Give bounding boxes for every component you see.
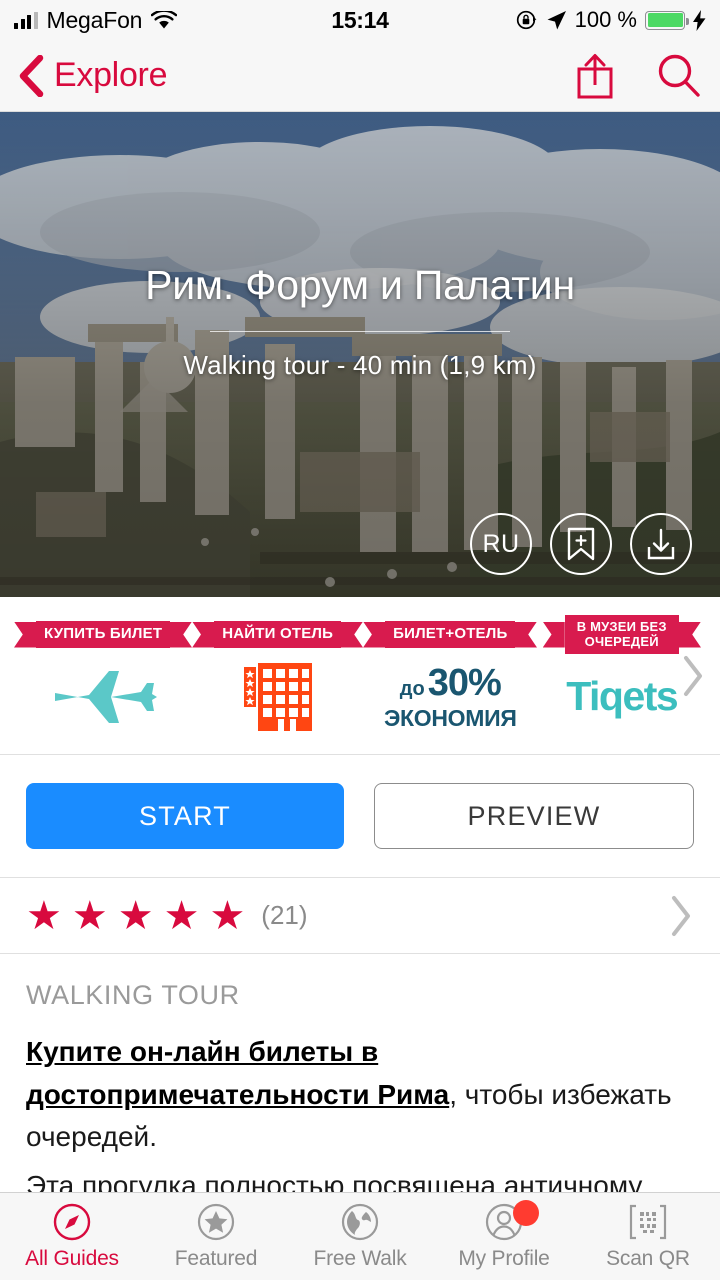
- ribbon-tail-left: [363, 621, 386, 648]
- compass-icon: [53, 1203, 91, 1241]
- back-button[interactable]: Explore: [18, 54, 168, 97]
- tab-featured[interactable]: Featured: [144, 1202, 288, 1271]
- ribbon-tail-right: [341, 622, 363, 648]
- back-button-label: Explore: [54, 56, 168, 94]
- promo-ribbon-label: В МУЗЕИ БЕЗ ОЧЕРЕДЕЙ: [564, 613, 679, 656]
- hero-text-block: Рим. Форум и Палатин Walking tour - 40 m…: [0, 262, 720, 381]
- navigation-actions: [574, 52, 702, 100]
- language-code: RU: [482, 529, 520, 558]
- ribbon-tail-right: [170, 622, 192, 648]
- download-button[interactable]: [630, 513, 692, 575]
- star-icon: ★: [71, 893, 108, 938]
- globe-icon: [341, 1203, 379, 1241]
- promo-ribbon: НАЙТИ ОТЕЛЬ: [192, 618, 363, 652]
- status-left: MegaFon: [14, 6, 178, 34]
- tab-label: Featured: [174, 1247, 258, 1270]
- promo-art: [47, 660, 159, 734]
- ribbon-tail-right: [515, 622, 537, 648]
- promo-ticket-hotel[interactable]: БИЛЕТ+ОТЕЛЬ до 30% ЭКОНОМИЯ: [363, 618, 537, 734]
- promo-ribbon-label: КУПИТЬ БИЛЕТ: [36, 619, 171, 650]
- promo-art: [232, 660, 324, 734]
- bottom-tab-bar: All Guides Featured Free Walk My Profile…: [0, 1192, 720, 1280]
- promo-ribbon: КУПИТЬ БИЛЕТ: [14, 618, 192, 652]
- hero-action-buttons: RU: [470, 513, 692, 575]
- section-kicker: WALKING TOUR: [26, 980, 240, 1010]
- preview-button[interactable]: PREVIEW: [374, 783, 694, 849]
- hotel-icon: [243, 662, 312, 731]
- ribbon-tail-right: [679, 622, 701, 648]
- star-rating: ★ ★ ★ ★ ★: [26, 896, 245, 936]
- savings-percent: 30%: [427, 661, 502, 704]
- download-icon: [647, 528, 675, 560]
- wifi-icon: [151, 10, 178, 28]
- tab-my-profile[interactable]: My Profile: [432, 1200, 576, 1271]
- promo-find-hotel[interactable]: НАЙТИ ОТЕЛЬ: [192, 618, 363, 734]
- review-count: (21): [261, 900, 308, 930]
- signal-bars-icon: [14, 11, 38, 29]
- bookmark-plus-icon: [567, 527, 595, 561]
- tour-action-buttons: START PREVIEW: [0, 755, 720, 878]
- hero-banner: Рим. Форум и Палатин Walking tour - 40 m…: [0, 112, 720, 597]
- start-button[interactable]: START: [26, 783, 344, 849]
- share-icon[interactable]: [574, 52, 616, 100]
- chevron-left-icon: [19, 54, 44, 97]
- savings-prefix: до: [399, 677, 425, 700]
- tab-free-walk[interactable]: Free Walk: [288, 1202, 432, 1271]
- airplane-icon: [55, 670, 158, 723]
- tab-label: Free Walk: [313, 1247, 407, 1270]
- ribbon-tail-left: [14, 621, 36, 648]
- status-bar: MegaFon 15:14 100 %: [0, 0, 720, 40]
- chevron-right-icon[interactable]: [680, 654, 706, 698]
- ribbon-tail-left: [192, 621, 215, 648]
- location-arrow-icon: [547, 10, 566, 29]
- search-icon[interactable]: [656, 53, 702, 99]
- app-screen: MegaFon 15:14 100 % Explore Рим. Форум и…: [0, 0, 720, 1280]
- tab-all-guides[interactable]: All Guides: [0, 1202, 144, 1271]
- rotation-lock-icon: [516, 10, 537, 30]
- savings-word: ЭКОНОМИЯ: [383, 704, 517, 731]
- tab-label: All Guides: [25, 1247, 119, 1270]
- tour-subtitle: Walking tour - 40 min (1,9 km): [183, 350, 537, 380]
- tickets-link[interactable]: Купите он-лайн билеты в достопримечатель…: [26, 1036, 449, 1110]
- savings-amount-row: до 30%: [399, 661, 502, 705]
- ribbon-tail-left: [542, 621, 565, 648]
- notification-badge: [512, 1200, 539, 1226]
- promo-ribbon-label: НАЙТИ ОТЕЛЬ: [214, 619, 342, 650]
- promo-banner-strip[interactable]: КУПИТЬ БИЛЕТ НАЙТИ ОТЕЛЬ БИЛЕТ+ОТЕЛЬ до …: [0, 597, 720, 755]
- charging-bolt-icon: [693, 9, 706, 31]
- promo-ribbon-label: БИЛЕТ+ОТЕЛЬ: [385, 619, 516, 650]
- star-circle-icon: [197, 1203, 235, 1241]
- star-icon: ★: [209, 893, 246, 938]
- star-icon: ★: [163, 893, 200, 938]
- navigation-bar: Explore: [0, 40, 720, 112]
- chevron-right-icon[interactable]: [668, 894, 694, 938]
- language-button[interactable]: RU: [470, 513, 532, 575]
- carrier-name: MegaFon: [46, 6, 143, 33]
- promo-ribbon: БИЛЕТ+ОТЕЛЬ: [363, 618, 537, 652]
- tab-scan-qr[interactable]: Scan QR: [576, 1202, 720, 1271]
- promo-buy-ticket[interactable]: КУПИТЬ БИЛЕТ: [14, 618, 192, 734]
- tiqets-logo: Tiqets: [566, 673, 679, 719]
- tab-label: My Profile: [458, 1247, 550, 1270]
- star-icon: ★: [117, 893, 154, 938]
- rating-row[interactable]: ★ ★ ★ ★ ★ (21): [0, 878, 720, 954]
- promo-art: до 30% ЭКОНОМИЯ: [384, 660, 517, 734]
- bookmark-add-button[interactable]: [550, 513, 612, 575]
- promo-ribbon: В МУЗЕИ БЕЗ ОЧЕРЕДЕЙ: [542, 613, 701, 656]
- title-divider: [210, 331, 510, 332]
- star-icon: ★: [26, 893, 62, 938]
- status-right: 100 %: [516, 7, 706, 33]
- battery-icon: [645, 10, 689, 30]
- battery-percent: 100 %: [574, 7, 637, 32]
- tab-label: Scan QR: [606, 1247, 690, 1270]
- qr-code-icon: [629, 1204, 667, 1240]
- tour-title: Рим. Форум и Палатин: [145, 262, 575, 308]
- promo-art: Tiqets: [566, 660, 679, 734]
